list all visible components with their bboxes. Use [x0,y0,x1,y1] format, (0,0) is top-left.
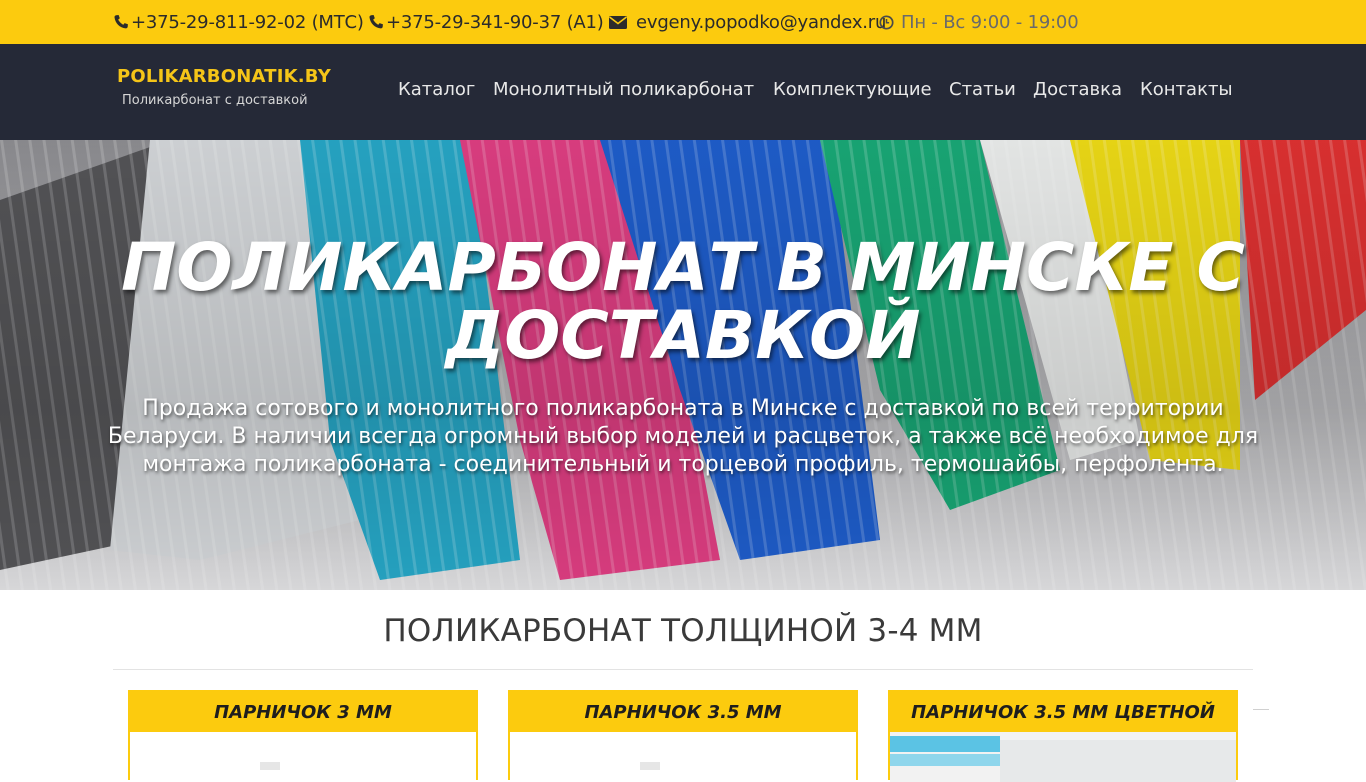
divider [1253,709,1269,710]
hero-title: ПОЛИКАРБОНАТ В МИНСКЕ С ДОСТАВКОЙ [83,234,1283,370]
product-card[interactable]: ПАРНИЧОК 3.5 ММ [508,690,858,782]
working-hours: Пн - Вс 9:00 - 19:00 [879,10,1079,34]
nav-articles[interactable]: Статьи [949,79,1016,100]
hero-banner: ПОЛИКАРБОНАТ В МИНСКЕ С ДОСТАВКОЙ Продаж… [0,140,1366,590]
top-contact-bar: +375-29-811-92-02 (МТС) +375-29-341-90-3… [0,0,1366,44]
phone-mts-text: +375-29-811-92-02 (МТС) [131,11,364,33]
phone-mts[interactable]: +375-29-811-92-02 (МТС) [113,10,364,34]
phone-a1-text: +375-29-341-90-37 (A1) [386,11,604,33]
product-card-title[interactable]: ПАРНИЧОК 3.5 ММ ЦВЕТНОЙ [890,692,1236,732]
section-title: ПОЛИКАРБОНАТ ТОЛЩИНОЙ 3-4 ММ [383,613,983,649]
section-divider [113,669,1253,670]
main-header: POLIKARBONATIK.BY Поликарбонат с доставк… [0,44,1366,140]
nav-contacts[interactable]: Контакты [1140,79,1233,100]
nav-delivery[interactable]: Доставка [1033,79,1122,100]
logo-title[interactable]: POLIKARBONATIK.BY [117,66,331,87]
product-image[interactable] [890,732,1236,782]
phone-icon [368,14,386,30]
product-card-title[interactable]: ПАРНИЧОК 3.5 ММ [510,692,856,732]
logo-subtitle: Поликарбонат с доставкой [122,93,308,108]
email-text: evgeny.popodko@yandex.ru [636,11,887,33]
product-card-title[interactable]: ПАРНИЧОК 3 ММ [130,692,476,732]
phone-a1[interactable]: +375-29-341-90-37 (A1) [368,10,604,34]
nav-monolithic[interactable]: Монолитный поликарбонат [493,79,754,100]
envelope-icon [608,14,630,30]
hours-text: Пн - Вс 9:00 - 19:00 [901,11,1079,33]
product-card[interactable]: ПАРНИЧОК 3 ММ [128,690,478,782]
hero-description: Продажа сотового и монолитного поликарбо… [107,396,1259,477]
hero-title-line1: ПОЛИКАРБОНАТ В МИНСКЕ С [121,229,1245,306]
clock-icon [879,14,896,30]
hero-title-line2: ДОСТАВКОЙ [445,297,921,374]
product-image[interactable] [130,732,476,782]
product-image[interactable] [510,732,856,782]
email-link[interactable]: evgeny.popodko@yandex.ru [608,10,886,34]
nav-catalog[interactable]: Каталог [398,79,475,100]
product-card[interactable]: ПАРНИЧОК 3.5 ММ ЦВЕТНОЙ [888,690,1238,782]
phone-icon [113,14,131,30]
nav-accessories[interactable]: Комплектующие [773,79,932,100]
